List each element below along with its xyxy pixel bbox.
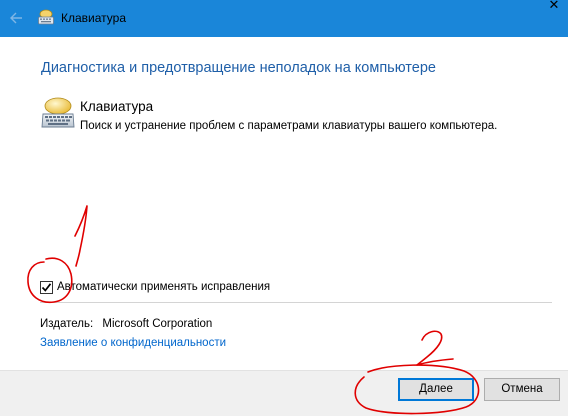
auto-apply-option[interactable]: Автоматически применять исправления [40, 279, 270, 295]
back-arrow-icon[interactable] [8, 8, 26, 28]
page-heading: Диагностика и предотвращение неполадок н… [41, 60, 436, 76]
troubleshooter-window: Клавиатура ✕ Диагностика и предотвращени… [0, 0, 568, 416]
cancel-button[interactable]: Отмена [484, 378, 560, 401]
annotation-number-2 [416, 330, 454, 366]
footer-bar: Далее Отмена [0, 370, 568, 416]
publisher-row: Издатель: Microsoft Corporation [40, 318, 212, 330]
publisher-label: Издатель: [40, 318, 94, 330]
item-title[interactable]: Клавиатура [80, 99, 153, 114]
keyboard-app-icon [37, 8, 55, 26]
next-button[interactable]: Далее [398, 378, 474, 401]
separator [40, 302, 552, 303]
annotation-number-1 [74, 205, 88, 267]
keyboard-icon [40, 96, 76, 130]
auto-apply-label[interactable]: Автоматически применять исправления [57, 281, 270, 293]
item-description: Поиск и устранение проблем с параметрами… [80, 120, 498, 132]
auto-apply-checkbox[interactable] [40, 280, 53, 294]
publisher-value: Microsoft Corporation [102, 318, 213, 330]
title-bar: Клавиатура ✕ [0, 0, 568, 37]
close-icon[interactable]: ✕ [540, 0, 568, 14]
privacy-statement-link[interactable]: Заявление о конфиденциальности [40, 337, 226, 349]
window-title: Клавиатура [61, 11, 126, 25]
